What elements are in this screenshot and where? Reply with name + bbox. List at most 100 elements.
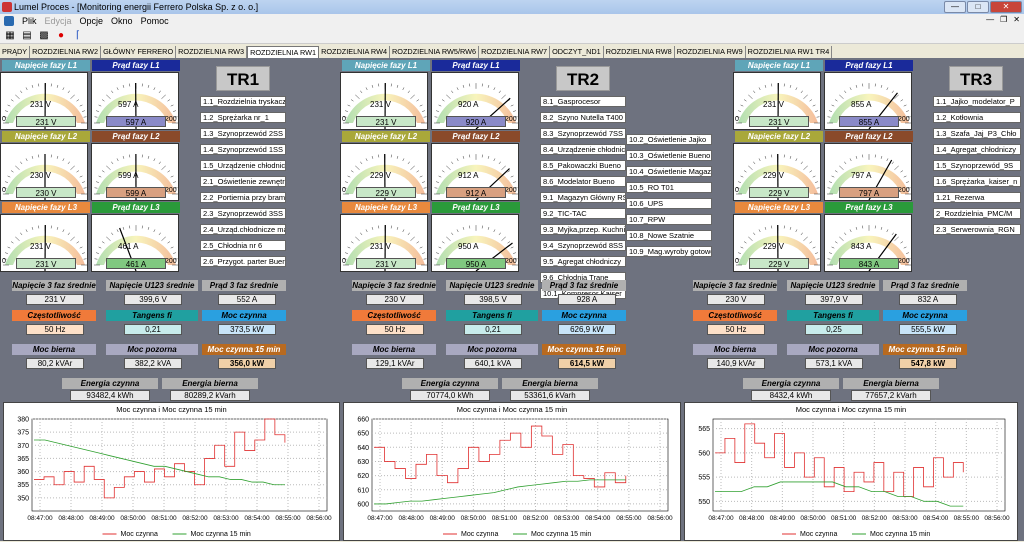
tab-9[interactable]: ROZDZIELNIA RW8 [604, 46, 675, 58]
feeder-item-2-7[interactable]: 2_Rozdzielnia_PMC/M [933, 208, 1021, 219]
u2-value-2: 229 V [749, 187, 809, 198]
i2-gauge-readout-0: 599 A [118, 171, 138, 180]
feeder-item-1-4[interactable]: 8.5_Pakowaczki Bueno [540, 160, 626, 171]
tab-5[interactable]: ROZDZIELNIA RW4 [319, 46, 390, 58]
title-bar: Lumel Proces - [Monitoring energii Ferre… [0, 0, 1024, 14]
i1-gauge-readout-2: 855 A [851, 100, 871, 109]
feeder-item-2-3[interactable]: 1.4_Agregat_chłodniczy [933, 144, 1021, 155]
u3-gauge-min-0: 0 [2, 258, 6, 265]
menu-plik[interactable]: Plik [22, 16, 37, 26]
menu-edycja[interactable]: Edycja [45, 16, 72, 26]
feeder-item2-1-1[interactable]: 10.3_Oświetlenie Bueno [626, 150, 712, 161]
xtick-2-1: 08:48:00 [739, 515, 765, 522]
feeder-item-1-7[interactable]: 9.2_TIC-TAC [540, 208, 626, 219]
grid-icon[interactable]: ▦ [4, 29, 16, 41]
tab-7[interactable]: ROZDZIELNIA RW7 [479, 46, 550, 58]
table-icon[interactable]: ▤ [21, 29, 33, 41]
tab-8[interactable]: ODCZYT_ND1 [550, 46, 604, 58]
feeder-item-1-0[interactable]: 8.1_Gasprocesor [540, 96, 626, 107]
feeder-item-1-8[interactable]: 9.3_Myjka,przep. Kuchnia [540, 224, 626, 235]
ytick-2-3: 565 [698, 426, 710, 433]
mdi-close-button[interactable]: ✕ [1013, 15, 1020, 24]
close-button[interactable]: ✕ [990, 1, 1022, 13]
u3-label-2: Napięcie fazy L3 [735, 202, 823, 213]
u2-gauge-readout-1: 229 V [370, 171, 391, 180]
xtick-0-0: 08:47:00 [27, 515, 53, 522]
feeder-item-2-8[interactable]: 2.3_Serwerownia_RGN [933, 224, 1021, 235]
minimize-button[interactable]: — [944, 1, 966, 13]
feeder-item-0-6[interactable]: 2.2_Portiernia przy bramie [200, 192, 286, 203]
feeder-item-0-0[interactable]: 1.1_Rozdzielnia tryskaczy [200, 96, 286, 107]
tab-6[interactable]: ROZDZIELNIA RW5/RW6 [390, 46, 479, 58]
tab-2[interactable]: GŁÓWNY FERRERO [101, 46, 176, 58]
i3-gauge-max-1: 200 [505, 258, 517, 265]
legend-label-2-1: Moc czynna 15 min [531, 531, 591, 538]
feeder-item2-1-3[interactable]: 10.5_RO T01 [626, 182, 712, 193]
feeder-item-1-2[interactable]: 8.3_Szynoprzewód 7SS [540, 128, 626, 139]
feeder-item-0-7[interactable]: 2.3_Szynoprzewód 3SS [200, 208, 286, 219]
menu-okno[interactable]: Okno [111, 16, 133, 26]
feeder-item-0-8[interactable]: 2.4_Urząd.chłodnicze magaz [200, 224, 286, 235]
feeder-item-1-1[interactable]: 8.2_Szyno Nutella T400 [540, 112, 626, 123]
feeder-item-0-2[interactable]: 1.3_Szynoprzewód 2SS [200, 128, 286, 139]
bierna-label-2: Moc bierna [693, 344, 777, 355]
series-moc-czynna-1 [374, 426, 626, 487]
tab-4[interactable]: ROZDZIELNIA RW1 [247, 46, 319, 58]
feeder-item-2-2[interactable]: 1.3_Szafa_Jaj_P3_Chło [933, 128, 1021, 139]
feeder-item-2-5[interactable]: 1.6_Sprężarka_kaiser_n [933, 176, 1021, 187]
xtick-0-9: 08:56:00 [306, 515, 332, 522]
u3-gauge-min-2: 0 [735, 258, 739, 265]
feeder-item-0-4[interactable]: 1.5_Urządzenie chłodnicze 1 [200, 160, 286, 171]
feeder-item2-1-2[interactable]: 10.4_Oświetlenie Magazyn [626, 166, 712, 177]
feeder-item2-1-6[interactable]: 10.8_Nowe Szatnie [626, 230, 712, 241]
feeder-item-2-1[interactable]: 1.2_Kotłownia [933, 112, 1021, 123]
chart-icon[interactable]: ▩ [38, 29, 50, 41]
tab-3[interactable]: ROZDZIELNIA RW3 [176, 46, 247, 58]
feeder-item-0-1[interactable]: 1.2_Sprężarka nr_1 [200, 112, 286, 123]
i2-label-0: Prąd fazy L2 [92, 131, 180, 142]
feeder-item2-1-0[interactable]: 10.2_Oświetlenie Jajko [626, 134, 712, 145]
feeder-item2-1-4[interactable]: 10.6_UPS [626, 198, 712, 209]
feeder-item-1-5[interactable]: 8.6_Modelator Bueno [540, 176, 626, 187]
feeder-item-1-10[interactable]: 9.5_Agregat chłodniczy [540, 256, 626, 267]
menu-pomoc[interactable]: Pomoc [141, 16, 169, 26]
feeder-item2-1-5[interactable]: 10.7_RPW [626, 214, 712, 225]
trend-icon[interactable]: ⌈ [72, 29, 84, 41]
u1-label-2: Napięcie fazy L1 [735, 60, 823, 71]
feeder-item-0-9[interactable]: 2.5_Chłodnia nr 6 [200, 240, 286, 251]
xtick-0-1: 08:48:00 [58, 515, 84, 522]
tab-1[interactable]: ROZDZIELNIA RW2 [30, 46, 101, 58]
feeder-item2-1-7[interactable]: 10.9_Mag.wyroby gotowe chł. [626, 246, 712, 257]
u2-gauge-min-0: 0 [2, 187, 6, 194]
feeder-item-2-6[interactable]: 1.21_Rezerwa [933, 192, 1021, 203]
ytick-1-1: 610 [357, 487, 369, 494]
menu-opcje[interactable]: Opcje [80, 16, 104, 26]
i2-gauge-max-2: 200 [898, 187, 910, 194]
ytick-0-4: 370 [17, 443, 29, 450]
feeder-item-1-3[interactable]: 8.4_Urządzenie chłodnicze [540, 144, 626, 155]
alarm-icon[interactable]: ● [55, 29, 67, 41]
maximize-button[interactable]: □ [967, 1, 989, 13]
moc-value-1: 626,9 kW [558, 324, 616, 335]
u1-gauge-min-2: 0 [735, 116, 739, 123]
tab-11[interactable]: ROZDZIELNIA RW1 TR4 [746, 46, 833, 58]
feeder-item-2-0[interactable]: 1.1_Jajko_modelator_P [933, 96, 1021, 107]
feeder-item-2-4[interactable]: 1.5_Szynoprzewód_9S [933, 160, 1021, 171]
ecz-value-0: 93482,4 kWh [70, 390, 150, 401]
xtick-2-9: 08:56:00 [984, 515, 1010, 522]
feeder-item-0-5[interactable]: 2.1_Oświetlenie zewnętrzne [200, 176, 286, 187]
feeder-item-0-3[interactable]: 1.4_Szynoprzewód 1SS [200, 144, 286, 155]
u3-gauge-min-1: 0 [342, 258, 346, 265]
i3-gauge-readout-1: 950 A [458, 242, 478, 251]
tab-0[interactable]: PRĄDY [0, 46, 30, 58]
mdi-minimize-button[interactable]: — [986, 15, 994, 24]
tan-label-2: Tangens fi [787, 310, 879, 321]
feeder-item-1-6[interactable]: 9.1_Magazyn Główny RS1 [540, 192, 626, 203]
feeder-item-1-9[interactable]: 9.4_Szynoprzewód 8SS [540, 240, 626, 251]
pozorna-label-1: Moc pozorna [446, 344, 538, 355]
tab-10[interactable]: ROZDZIELNIA RW9 [675, 46, 746, 58]
u3-value-0: 231 V [16, 258, 76, 269]
i2-value-1: 912 A [446, 187, 506, 198]
feeder-item-0-10[interactable]: 2.6_Przygot. parter Bueno [200, 256, 286, 267]
mdi-restore-button[interactable]: ❐ [1000, 15, 1007, 24]
